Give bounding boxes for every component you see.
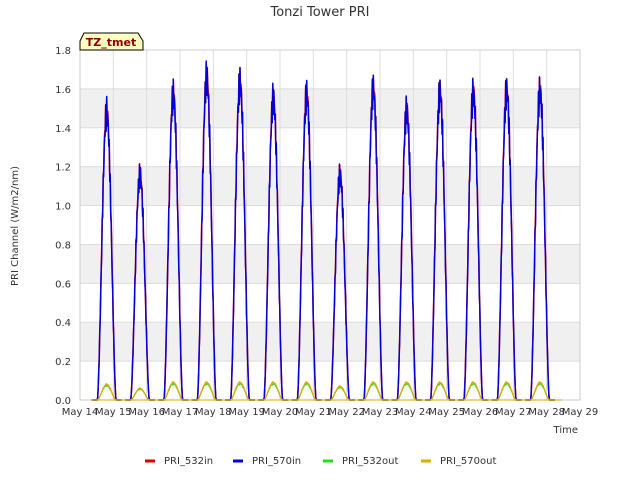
background-band [80,361,580,400]
background-band [80,166,580,206]
x-tick-label: May 15 [95,407,132,418]
background-band [80,127,580,167]
x-tick-label: May 17 [162,407,199,418]
x-tick-label: May 19 [228,407,265,418]
y-tick-label: 0.0 [55,396,71,407]
x-tick-label: May 18 [195,407,232,418]
x-tick-label: May 21 [295,407,332,418]
background-band [80,322,580,362]
y-tick-label: 1.8 [55,46,71,57]
y-tick-label: 0.4 [55,318,71,329]
legend-label: PRI_570out [440,456,496,467]
x-tick-label: May 14 [62,407,99,418]
legend-item-pri-532in: PRI_532in [145,456,213,467]
legend-item-pri-570in: PRI_570in [233,456,301,467]
x-tick-label: May 22 [328,407,365,418]
legend-label: PRI_532out [342,456,398,467]
y-tick-label: 1.6 [55,85,71,96]
legend-item-pri-570out: PRI_570out [421,456,496,467]
badge-label: TZ_tmet [86,36,136,49]
background-band [80,205,580,245]
x-tick-label: May 28 [528,407,565,418]
x-tick-label: May 29 [562,407,599,418]
x-tick-label: May 26 [462,407,499,418]
background-band [80,283,580,323]
chart-title: Tonzi Tower PRI [270,5,370,20]
y-tick-label: 1.0 [55,202,71,213]
x-tick-label: May 24 [395,407,432,418]
x-tick-label: May 20 [262,407,299,418]
y-axis-label: PRI Channel (W/m2/nm) [10,166,21,286]
x-axis-label: Time [553,425,578,436]
legend-label: PRI_532in [164,456,213,467]
x-axis-ticks: May 14May 15May 16May 17May 18May 19May … [62,407,599,418]
chart-figure: May 14May 15May 16May 17May 18May 19May … [10,5,599,467]
y-tick-label: 0.2 [55,357,71,368]
y-tick-label: 0.6 [55,279,71,290]
x-tick-label: May 25 [428,407,465,418]
y-tick-label: 1.4 [55,124,71,135]
y-tick-label: 1.2 [55,163,71,174]
y-axis-ticks: 0.0 0.2 0.4 0.6 0.8 1.0 1.2 1.4 1.6 1.8 [55,46,71,407]
legend: PRI_532in PRI_570in PRI_532out PRI_570out [145,456,496,467]
legend-label: PRI_570in [252,456,301,467]
legend-item-pri-532out: PRI_532out [323,456,398,467]
y-tick-label: 0.8 [55,240,71,251]
station-badge: TZ_tmet [79,32,144,51]
x-tick-label: May 23 [362,407,399,418]
background-band [80,244,580,284]
x-tick-label: May 27 [495,407,532,418]
x-tick-label: May 16 [128,407,165,418]
